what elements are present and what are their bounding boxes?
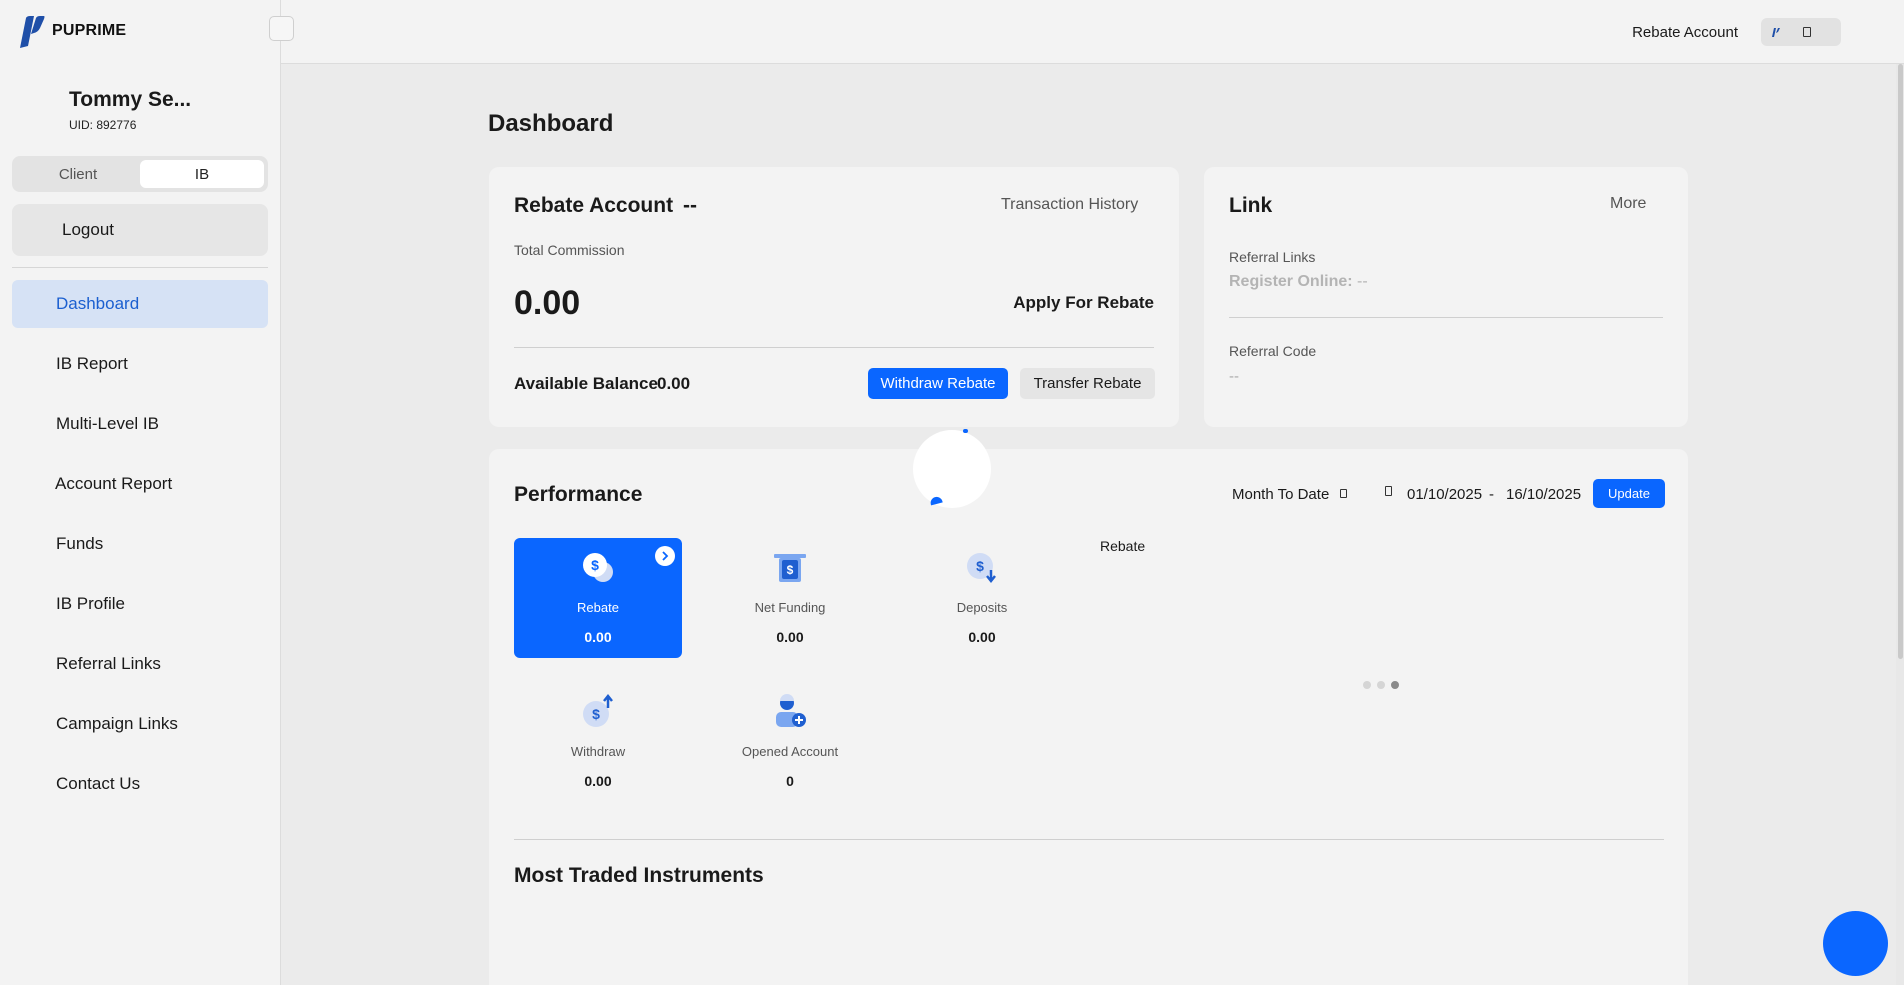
sidebar-item-ib-profile[interactable]: IB Profile (12, 580, 268, 628)
metric-value: 0.00 (584, 773, 612, 789)
withdraw-rebate-button[interactable]: Withdraw Rebate (868, 368, 1008, 399)
user-uid: UID: 892776 (69, 118, 137, 132)
sidebar-item-campaign-links[interactable]: Campaign Links (12, 700, 268, 748)
rebate-account-title: Rebate Account (514, 194, 674, 217)
logout-button[interactable]: Logout (12, 204, 268, 256)
spinner-arc (963, 429, 968, 433)
mini-logo-icon (1772, 28, 1780, 37)
metric-label: Withdraw (570, 744, 626, 759)
metric-value: 0.00 (584, 629, 612, 645)
metric-value: 0.00 (968, 629, 996, 645)
sidebar-item-dashboard[interactable]: Dashboard (12, 280, 268, 328)
role-ib-button[interactable]: IB (140, 160, 264, 188)
referral-links-label: Referral Links (1229, 249, 1316, 265)
chevron-down-icon[interactable] (1340, 489, 1347, 498)
date-separator: - (1489, 486, 1494, 503)
sidebar-item-ib-report[interactable]: IB Report (12, 340, 268, 388)
total-commission-label: Total Commission (514, 242, 625, 258)
puprime-logo-icon (20, 16, 45, 48)
register-online-label: Register Online: (1229, 273, 1353, 290)
metric-label: Rebate (577, 600, 619, 615)
role-client-button[interactable]: Client (16, 160, 140, 188)
sidebar-item-multi-level-ib[interactable]: Multi-Level IB (12, 400, 268, 448)
total-commission-value: 0.00 (514, 284, 581, 322)
calendar-icon[interactable] (1385, 486, 1392, 496)
sidebar-nav: Dashboard IB Report Multi-Level IB Accou… (12, 280, 268, 820)
sidebar-item-contact-us[interactable]: Contact Us (12, 760, 268, 808)
register-online-value: -- (1357, 273, 1368, 290)
transfer-rebate-button[interactable]: Transfer Rebate (1020, 368, 1155, 399)
scrollbar-thumb[interactable] (1898, 64, 1903, 659)
carousel-dot[interactable] (1363, 681, 1371, 689)
sidebar-item-account-report[interactable]: Account Report (12, 460, 268, 508)
chevron-right-icon[interactable] (655, 546, 675, 566)
performance-title: Performance (514, 483, 643, 506)
rebate-divider (514, 347, 1154, 348)
atm-dollar-icon: $ (774, 554, 806, 582)
dollar-down-icon: $ (967, 553, 996, 584)
role-toggle: Client IB (12, 156, 268, 192)
chart-title: Rebate (1100, 538, 1146, 554)
date-to-input[interactable]: 16/10/2025 (1506, 486, 1581, 503)
metric-value: 0.00 (776, 629, 804, 645)
svg-text:$: $ (976, 558, 984, 574)
metric-label: Net Funding (754, 600, 826, 615)
sidebar-item-referral-links[interactable]: Referral Links (12, 640, 268, 688)
svg-text:$: $ (591, 557, 599, 573)
update-button[interactable]: Update (1593, 479, 1665, 508)
sidebar-collapse-button[interactable] (269, 16, 294, 41)
metric-deposits[interactable]: $ Deposits 0.00 (898, 538, 1066, 658)
period-select[interactable]: Month To Date (1232, 486, 1329, 503)
carousel-dots (1363, 681, 1399, 689)
link-divider (1229, 317, 1663, 318)
metric-net-funding[interactable]: $ Net Funding 0.00 (706, 538, 874, 658)
brand-name: PUPRIME (52, 22, 127, 39)
metric-opened-account[interactable]: Opened Account 0 (706, 682, 874, 802)
sidebar: PUPRIME Tommy Se... UID: 892776 Client I… (0, 0, 281, 985)
loading-spinner (913, 430, 991, 508)
page-title: Dashboard (488, 110, 614, 137)
dollar-coins-icon: $ (583, 553, 613, 582)
dollar-up-icon: $ (583, 694, 613, 727)
topbar-account-switch[interactable] (1761, 18, 1841, 46)
date-from-input[interactable]: 01/10/2025 (1407, 486, 1482, 503)
carousel-dot-active[interactable] (1391, 681, 1399, 689)
register-online-row: Register Online: -- (1229, 273, 1368, 291)
dropdown-icon (1803, 27, 1811, 37)
brand-logo[interactable]: PUPRIME (14, 14, 126, 48)
metric-withdraw[interactable]: $ Withdraw 0.00 (514, 682, 682, 802)
chat-button[interactable] (1823, 911, 1888, 976)
topbar-account-label: Rebate Account (1632, 24, 1738, 41)
metric-label: Deposits (956, 600, 1008, 615)
metric-value: 0 (786, 773, 794, 789)
available-balance-value: 0.00 (657, 374, 691, 393)
link-more-button[interactable]: More (1610, 195, 1646, 213)
performance-divider (514, 839, 1664, 840)
available-balance-label: Available Balance (514, 374, 658, 393)
metric-rebate[interactable]: $ Rebate 0.00 (514, 538, 682, 658)
apply-for-rebate-link[interactable]: Apply For Rebate (1013, 293, 1154, 313)
referral-code-label: Referral Code (1229, 343, 1317, 359)
user-add-icon (776, 694, 806, 727)
sidebar-divider (12, 267, 268, 268)
user-name: Tommy Se... (69, 88, 192, 111)
link-card: Link More Referral Links Register Online… (1204, 167, 1688, 427)
link-title: Link (1229, 194, 1273, 217)
most-traded-title: Most Traded Instruments (514, 864, 764, 887)
referral-code-value: -- (1229, 368, 1239, 385)
rebate-account-value[interactable]: -- (683, 194, 697, 218)
performance-card: Performance Month To Date 01/10/2025 - 1… (489, 449, 1688, 985)
rebate-account-card: Rebate Account -- Transaction History To… (489, 167, 1179, 427)
svg-text:$: $ (592, 706, 600, 722)
svg-text:$: $ (787, 563, 794, 577)
transaction-history-link[interactable]: Transaction History (1001, 196, 1138, 214)
top-bar: Rebate Account (281, 0, 1904, 64)
metric-label: Opened Account (741, 744, 839, 759)
carousel-dot[interactable] (1377, 681, 1385, 689)
sidebar-item-funds[interactable]: Funds (12, 520, 268, 568)
